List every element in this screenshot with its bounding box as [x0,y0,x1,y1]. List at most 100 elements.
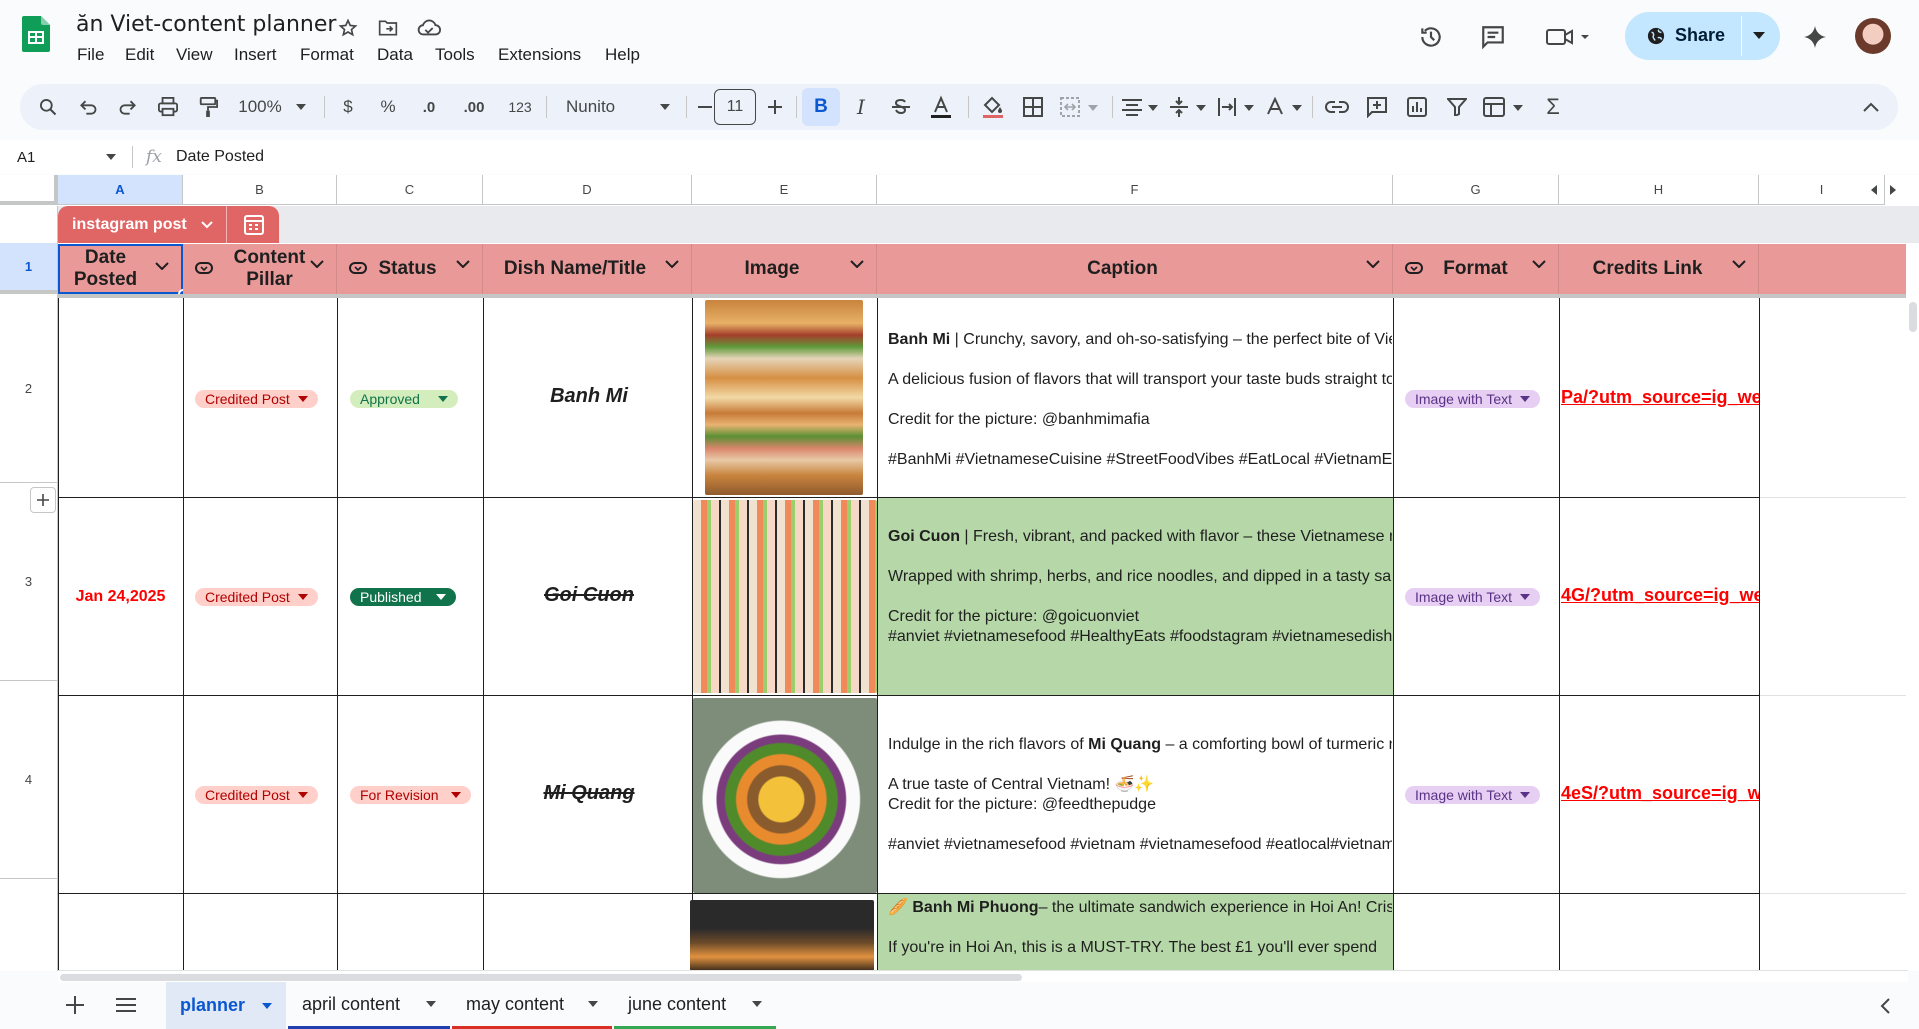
collapse-toolbar-icon[interactable] [1856,84,1886,130]
redo-icon[interactable] [114,84,142,130]
scroll-left-icon[interactable] [1871,185,1877,195]
header-caption[interactable]: Caption [877,244,1393,294]
header-date-posted[interactable]: Date Posted [58,244,183,294]
sheet-tab-april-content[interactable]: april content [288,982,450,1029]
name-box[interactable]: A1 [0,140,126,174]
meet-icon[interactable] [1543,22,1593,52]
status-chip[interactable]: For Revision [350,786,471,804]
menu-help[interactable]: Help [605,45,640,65]
text-rotation-button[interactable] [1262,84,1306,130]
move-folder-icon[interactable] [376,16,400,40]
menu-tools[interactable]: Tools [435,45,475,65]
sheet-tab-may-content[interactable]: may content [452,982,612,1029]
menu-data[interactable]: Data [377,45,413,65]
star-icon[interactable] [336,16,360,40]
header-format[interactable]: Format [1393,244,1559,294]
gemini-icon[interactable] [1800,22,1830,52]
select-all-corner[interactable] [0,175,58,205]
format-chip[interactable]: Image with Text [1405,786,1541,804]
horizontal-scrollbar[interactable] [58,970,1908,982]
search-menus-icon[interactable] [34,84,62,130]
formula-input[interactable]: Date Posted [176,148,264,166]
borders-button[interactable] [1016,84,1050,130]
font-size-input[interactable]: 11 [714,89,756,125]
header-image[interactable]: Image [692,244,877,294]
sheet-tab-june-content[interactable]: june content [614,982,776,1029]
header-content-pillar[interactable]: Content Pillar [183,244,337,294]
column-header-h[interactable]: H [1559,175,1759,205]
table-menu-chevron-icon[interactable] [201,221,213,229]
format-currency-button[interactable]: $ [334,84,362,130]
decrease-decimal-button[interactable]: .0 [412,84,446,130]
menu-format[interactable]: Format [300,45,354,65]
format-chip[interactable]: Image with Text [1405,588,1541,606]
insert-row-icon[interactable] [30,487,56,513]
menu-view[interactable]: View [176,45,213,65]
table-view-icon[interactable] [244,215,264,235]
caption-cell[interactable]: 🥖 Banh Mi Phuong– the ultimate sandwich … [888,898,1392,958]
cloud-saved-icon[interactable] [416,16,442,40]
font-select[interactable]: Nunito [556,84,680,130]
filter-icon[interactable] [1440,84,1474,130]
column-header-g[interactable]: G [1393,175,1559,205]
row-header-4[interactable]: 4 [0,681,58,879]
pillar-chip[interactable]: Credited Post [195,786,318,804]
format-percent-button[interactable]: % [374,84,402,130]
print-icon[interactable] [154,84,182,130]
paint-format-icon[interactable] [194,84,222,130]
mi-quang-image[interactable] [693,698,877,893]
italic-button[interactable]: I [844,84,878,130]
row-header-1[interactable]: 1 [0,243,58,294]
comments-icon[interactable] [1478,22,1508,52]
increase-font-size-button[interactable] [762,84,788,130]
table-name-tab[interactable]: instagram post [58,206,279,243]
all-sheets-icon[interactable] [116,997,136,1013]
avatar[interactable] [1855,18,1891,54]
column-header-i[interactable]: I [1759,175,1885,205]
undo-icon[interactable] [74,84,102,130]
caption-cell[interactable]: Goi Cuon | Fresh, vibrant, and packed wi… [888,527,1392,647]
column-header-f[interactable]: F [877,175,1393,205]
row-header-2[interactable]: 2 [0,294,58,483]
text-color-button[interactable] [924,84,958,130]
credits-link[interactable]: 4eS/?utm_source=ig_web [1561,783,1759,804]
insert-comment-icon[interactable] [1360,84,1394,130]
share-button[interactable]: Share [1625,12,1780,60]
increase-decimal-button[interactable]: .00 [454,84,494,130]
credits-link[interactable]: 4G/?utm_source=ig_web [1561,585,1759,606]
functions-icon[interactable]: Σ [1536,84,1570,130]
column-header-e[interactable]: E [692,175,877,205]
column-header-b[interactable]: B [183,175,337,205]
vertical-scrollbar[interactable] [1906,290,1919,970]
banh-mi-phuong-image[interactable] [690,900,874,971]
header-status[interactable]: Status [337,244,483,294]
horizontal-align-button[interactable] [1118,84,1162,130]
fill-color-button[interactable] [976,84,1010,130]
column-header-a[interactable]: A [58,175,183,205]
caption-cell[interactable]: Indulge in the rich flavors of Mi Quang … [888,735,1392,855]
explore-collapse-icon[interactable] [1880,998,1890,1014]
column-header-d[interactable]: D [483,175,692,205]
format-chip[interactable]: Image with Text [1405,390,1541,408]
version-history-icon[interactable] [1416,22,1446,52]
merge-cells-button[interactable] [1056,84,1104,130]
filter-views-icon[interactable] [1480,84,1530,130]
scroll-right-icon[interactable] [1890,185,1896,195]
zoom-select[interactable]: 100% [232,84,312,130]
menu-edit[interactable]: Edit [125,45,154,65]
pillar-chip[interactable]: Credited Post [195,390,318,408]
strikethrough-button[interactable] [884,84,918,130]
menu-file[interactable]: File [77,45,104,65]
menu-extensions[interactable]: Extensions [498,45,581,65]
vertical-align-button[interactable] [1166,84,1210,130]
insert-chart-icon[interactable] [1400,84,1434,130]
share-dropdown-icon[interactable] [1753,32,1765,40]
pillar-chip[interactable]: Credited Post [195,588,318,606]
document-title[interactable]: ăn Viet-content planner [76,12,336,37]
menu-insert[interactable]: Insert [234,45,277,65]
credits-link[interactable]: Pa/?utm_source=ig_web [1561,387,1759,408]
more-formats-button[interactable]: 123 [502,84,538,130]
column-header-c[interactable]: C [337,175,483,205]
status-chip[interactable]: Approved [350,390,458,408]
sheets-logo[interactable] [22,16,50,52]
